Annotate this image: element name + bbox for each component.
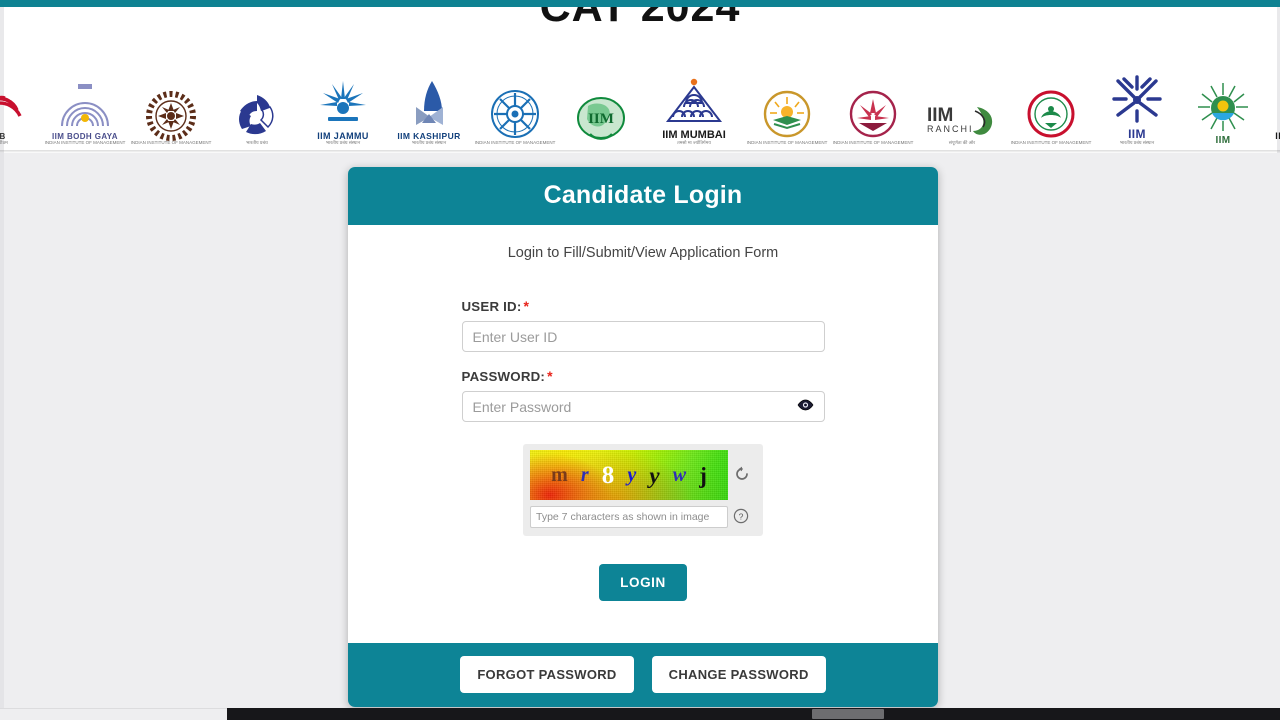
iim-bodh-gaya-logo-icon — [58, 78, 112, 132]
logo-caption: IIM — [1215, 134, 1231, 146]
logo-subcaption: तमसो मा ज्योतिर्गमय — [677, 140, 711, 146]
captcha-image: m r 8 y y w j — [530, 450, 728, 500]
logo-subcaption: संपूर्णता की ओर — [948, 140, 976, 146]
logo-subcaption: भारतीय प्रबंध संस्थान — [411, 140, 447, 146]
logo-subcaption: INDIAN INSTITUTE OF MANAGEMENT — [44, 140, 126, 146]
password-row — [461, 391, 825, 422]
captcha-char-3: y — [627, 464, 637, 486]
card-footer: FORGOT PASSWORD CHANGE PASSWORD — [348, 643, 938, 707]
logo-iim-raipur: INDIAN INSTITUTE OF MANAGEMENT — [830, 64, 916, 146]
svg-text:IIM: IIM — [927, 105, 953, 126]
logo-subcaption: हिन्दीपीठम — [0, 140, 8, 146]
login-form: USER ID:* PASSWORD:* — [461, 299, 825, 422]
iim-kashipur-logo-icon — [402, 77, 456, 131]
iim-shillong-logo-icon — [1196, 81, 1250, 135]
captcha-block: m r 8 y y w j Type 7 characters as shown… — [523, 444, 763, 536]
iim-kozhikode-logo-icon — [488, 87, 542, 141]
logo-iim-kozhikode: INDIAN INSTITUTE OF MANAGEMENT — [472, 64, 558, 146]
logo-subcaption: INDIAN INSTITUTE OF MANAGEMENT — [474, 140, 556, 146]
logo-subcaption: भारतीय प्रबंध संस्थान — [325, 140, 361, 146]
browser-viewport: CAT 2024 MB हिन्दीपीठम — [0, 0, 1280, 720]
captcha-characters: m r 8 y y w j — [530, 450, 728, 500]
captcha-image-row: m r 8 y y w j — [530, 450, 756, 500]
user-id-row — [461, 321, 825, 352]
captcha-help-button[interactable]: ? — [732, 508, 750, 526]
eye-icon — [797, 399, 814, 414]
logo-iim-amritsar: MB हिन्दीपीठम — [0, 64, 42, 146]
iim-mumbai-logo-icon — [662, 77, 726, 129]
logo-iim-jammu-mark: भारतीय प्रबंध — [214, 64, 300, 146]
logo-iim-mumbai: IIM MUMBAI तमसो मा ज्योतिर्गमय — [644, 64, 744, 146]
scrollbar-track[interactable] — [227, 708, 1280, 720]
logo-subcaption: INDIAN INSTITUTE OF MANAGEMENT — [746, 140, 828, 146]
captcha-char-1: r — [580, 464, 589, 486]
iim-indore-logo-icon — [144, 87, 198, 142]
captcha-input[interactable] — [530, 506, 728, 528]
logo-iim-jammu: IIM JAMMU भारतीय प्रबंध संस्थान — [300, 64, 386, 146]
captcha-char-5: w — [672, 464, 687, 486]
captcha-char-6: j — [699, 462, 707, 488]
user-id-input[interactable] — [461, 321, 825, 352]
question-circle-icon: ? — [733, 508, 749, 527]
iim-sambalpur-logo-icon — [1110, 73, 1164, 127]
logo-iim-kashipur: IIM KASHIPUR भारतीय प्रबंध संस्थान — [386, 64, 472, 146]
card-title: Candidate Login — [348, 167, 938, 225]
login-button[interactable]: LOGIN — [599, 564, 687, 601]
refresh-icon — [734, 466, 750, 485]
card-subtitle: Login to Fill/Submit/View Application Fo… — [507, 245, 779, 261]
change-password-button[interactable]: CHANGE PASSWORD — [651, 656, 826, 693]
login-button-row: LOGIN — [348, 564, 938, 601]
site-header-banner: CAT 2024 MB हिन्दीपीठम — [0, 7, 1280, 153]
iim-lucknow-logo-icon: IIM — [574, 92, 628, 146]
captcha-char-0: m — [551, 464, 568, 486]
user-id-label: USER ID: * — [462, 299, 825, 314]
card-body: Login to Fill/Submit/View Application Fo… — [348, 225, 938, 643]
scrollbar-left-cap — [0, 708, 227, 720]
captcha-input-row: ? — [530, 506, 756, 528]
horizontal-scrollbar[interactable] — [0, 708, 1280, 720]
password-input[interactable] — [461, 391, 825, 422]
forgot-password-button[interactable]: FORGOT PASSWORD — [460, 656, 634, 693]
logo-subcaption: INDIAN INSTITUTE OF MANAGEMENT — [832, 140, 914, 146]
logo-subcaption: भारतीय प्रबंध — [246, 140, 268, 146]
logo-iim-shillong: IIM — [1180, 64, 1266, 146]
logo-iim-ranchi: IIM RANCHI संपूर्णता की ओर — [916, 64, 1008, 146]
required-asterisk: * — [523, 298, 530, 314]
logo-iim-sirmaur: IIM SIRMAUR भारतीय प्रबंध संस्थान — [1266, 64, 1280, 146]
iim-amritsar-logo-icon — [0, 78, 26, 132]
svg-text:?: ? — [739, 511, 744, 521]
logo-subcaption: भारतीय प्रबंध संस्थान — [1119, 140, 1155, 146]
svg-text:RANCHI: RANCHI — [927, 124, 974, 134]
toggle-password-visibility-button[interactable] — [797, 398, 815, 414]
captcha-refresh-button[interactable] — [732, 465, 752, 485]
logo-iim-bodh-gaya: IIM BODH GAYA INDIAN INSTITUTE OF MANAGE… — [42, 64, 128, 146]
candidate-login-card: Candidate Login Login to Fill/Submit/Vie… — [348, 167, 938, 707]
iim-ranchi-logo-icon: IIM RANCHI — [925, 101, 999, 141]
logo-iim-lucknow: IIM — [558, 64, 644, 146]
required-asterisk: * — [547, 368, 553, 384]
iim-logo-strip: MB हिन्दीपीठम IIM BODH GAYA INDI — [0, 62, 1280, 150]
top-accent-bar — [0, 0, 1280, 7]
logo-iim-nagpur: INDIAN INSTITUTE OF MANAGEMENT — [744, 64, 830, 146]
scrollbar-thumb[interactable] — [812, 709, 884, 719]
logo-caption: IIM SIRMAUR — [1275, 130, 1280, 141]
logo-subcaption: INDIAN INSTITUTE OF MANAGEMENT — [130, 140, 212, 146]
iim-nagpur-logo-icon — [760, 87, 814, 141]
exam-title: CAT 2024 — [539, 7, 741, 31]
password-label-text: PASSWORD: — [461, 369, 546, 384]
logo-iim-indore: INDIAN INSTITUTE OF MANAGEMENT — [128, 64, 214, 146]
password-label: PASSWORD: * — [462, 369, 825, 384]
iim-rohtak-logo-icon — [1024, 87, 1078, 141]
svg-text:IIM: IIM — [588, 111, 614, 127]
body-left-rail — [0, 153, 4, 708]
iim-jammu-logo-icon — [316, 77, 370, 131]
iim-raipur-logo-icon — [846, 87, 900, 141]
captcha-char-2: 8 — [601, 461, 615, 489]
captcha-char-4: y — [649, 462, 660, 488]
logo-iim-sambalpur: IIM भारतीय प्रबंध संस्थान — [1094, 64, 1180, 146]
user-id-label-text: USER ID: — [461, 299, 522, 314]
logo-subcaption: INDIAN INSTITUTE OF MANAGEMENT — [1010, 140, 1092, 146]
iim-jammu-mark-icon — [230, 87, 284, 141]
logo-iim-rohtak: INDIAN INSTITUTE OF MANAGEMENT — [1008, 64, 1094, 146]
